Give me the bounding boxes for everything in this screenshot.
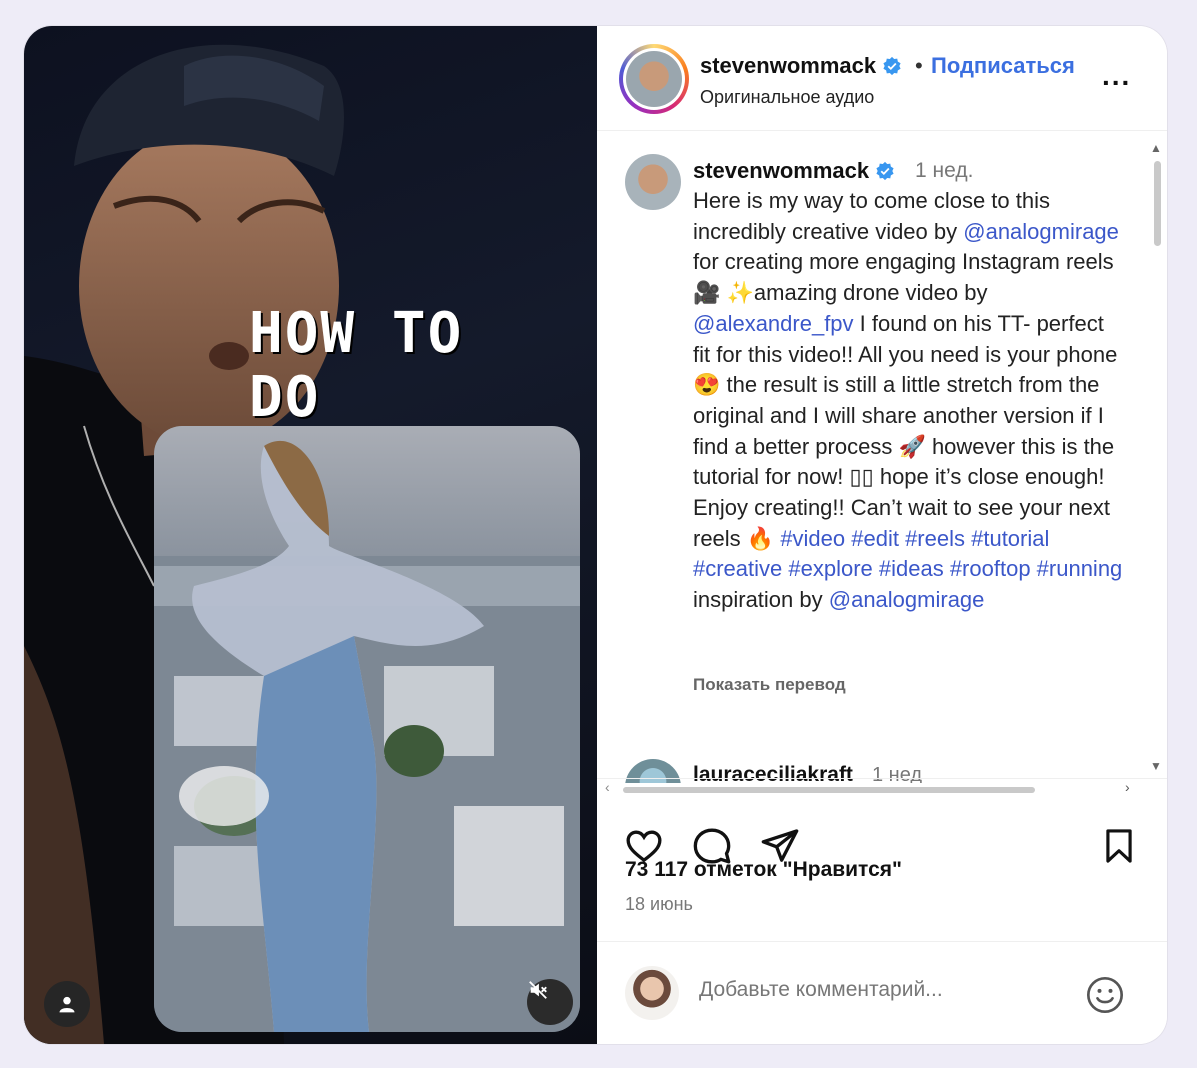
horizontal-scrollbar-track: ‹ ›	[597, 779, 1157, 797]
comments-section: stevenwommack 1 нед. Here is my way to c…	[597, 131, 1167, 783]
user-icon	[59, 996, 75, 1013]
tagged-users-button[interactable]	[44, 981, 90, 1027]
mention-link[interactable]: @alexandre_fpv	[693, 311, 854, 336]
caption-username[interactable]: stevenwommack	[693, 158, 869, 183]
horizontal-scrollbar[interactable]	[623, 787, 1035, 793]
caption-text: for creating more engaging Instagram ree…	[693, 249, 1114, 306]
scroll-up-arrow[interactable]: ▲	[1150, 141, 1162, 155]
post-header: stevenwommack • Подписаться Оригинальное…	[597, 26, 1167, 131]
author-avatar[interactable]	[619, 44, 689, 114]
scroll-down-arrow[interactable]: ▼	[1150, 759, 1162, 773]
comment-time: 1 нед	[872, 764, 923, 783]
author-username-row: stevenwommack	[700, 53, 902, 79]
caption-username-row: stevenwommack	[693, 158, 895, 184]
divider	[597, 778, 1167, 779]
caption-text: inspiration by	[693, 587, 829, 613]
show-translation-link[interactable]: Показать перевод	[693, 675, 846, 695]
caption-time: 1 нед.	[915, 159, 974, 182]
comment-input[interactable]	[699, 978, 1069, 1002]
mention-link[interactable]: @analogmirage	[963, 219, 1119, 244]
separator-dot: •	[915, 53, 923, 78]
mute-icon	[529, 981, 547, 999]
vertical-scrollbar[interactable]	[1154, 161, 1161, 246]
post-caption: Here is my way to come close to this inc…	[693, 186, 1123, 616]
reel-video[interactable]: HOW TO DO THIS...	[24, 26, 597, 1044]
verified-icon	[876, 161, 894, 181]
commenter-avatar[interactable]	[625, 759, 681, 783]
commenter-username[interactable]: lauraceciliakraft	[693, 763, 853, 783]
author-username[interactable]: stevenwommack	[700, 53, 876, 78]
save-button[interactable]	[1100, 826, 1138, 871]
embedded-video	[154, 426, 580, 1032]
caption-text: I found on his TT- perfect fit for this …	[693, 310, 1118, 551]
post-panel: stevenwommack • Подписаться Оригинальное…	[597, 26, 1167, 1044]
rooftop-scene	[154, 440, 580, 1032]
post-modal: HOW TO DO THIS...	[24, 26, 1167, 1044]
bookmark-icon	[1106, 829, 1132, 863]
likes-count[interactable]: 73 117 отметок "Нравится"	[625, 858, 902, 882]
verified-icon	[883, 56, 901, 76]
current-user-avatar	[625, 966, 679, 1020]
mute-button[interactable]	[527, 979, 573, 1025]
scroll-right-arrow[interactable]: ›	[1125, 779, 1130, 795]
scroll-left-arrow[interactable]: ‹	[605, 779, 610, 795]
audio-label[interactable]: Оригинальное аудио	[700, 87, 874, 108]
follow-button[interactable]: Подписаться	[931, 53, 1075, 79]
overlay-line-1: HOW TO	[249, 301, 464, 366]
more-options-button[interactable]: ...	[1102, 60, 1131, 92]
action-bar: 73 117 отметок "Нравится" 18 июнь	[597, 796, 1167, 936]
emoji-icon	[1087, 977, 1123, 1013]
add-comment-bar	[597, 941, 1167, 1044]
post-date: 18 июнь	[625, 894, 693, 914]
mention-link[interactable]: @analogmirage	[829, 587, 985, 612]
emoji-button[interactable]	[1085, 975, 1125, 1020]
caption-author-avatar[interactable]	[625, 154, 681, 210]
